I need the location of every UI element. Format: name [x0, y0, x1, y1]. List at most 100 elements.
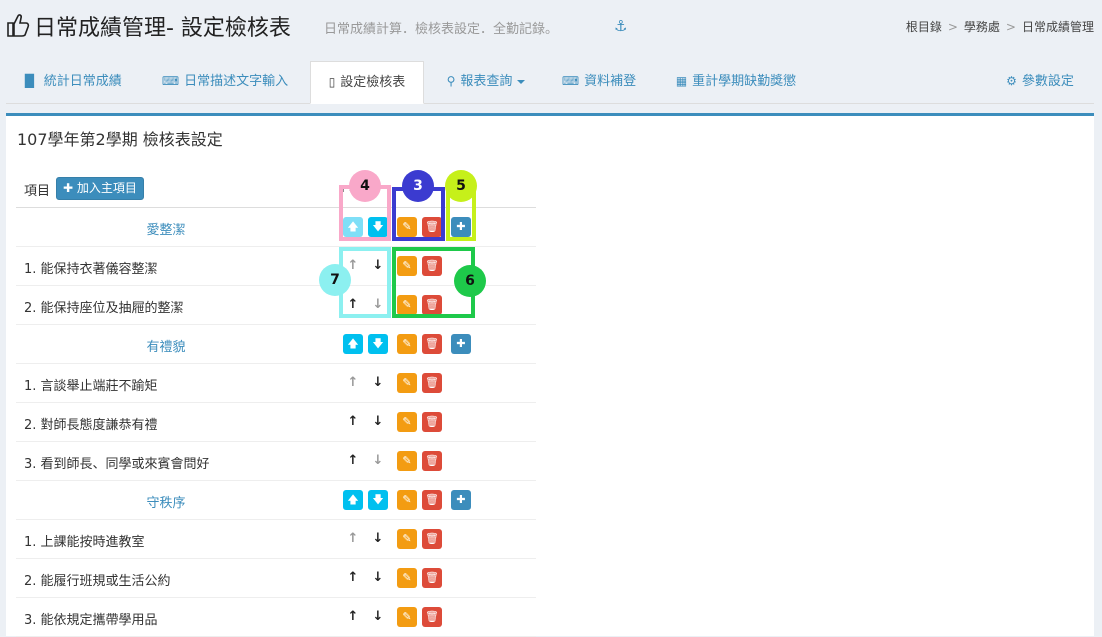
tab-label: 報表查詢: [460, 74, 513, 89]
checklist-table: 項目 ✚ 加入主項目 T 項 愛整潔 🡅 🡇 ✎ 🗑 ✚ 1. 能保持衣著儀容整…: [16, 174, 536, 637]
edit-button[interactable]: ✎: [397, 490, 417, 510]
breadcrumb-separator: >: [1005, 20, 1016, 34]
delete-button[interactable]: 🗑: [422, 334, 442, 354]
tab-label: 重計學期缺勤獎懲: [692, 74, 797, 89]
table-row-sub: 1. 上課能按時進教室 ↑ ↓ ✎ 🗑: [16, 520, 536, 559]
tab-label: 統計日常成績: [43, 74, 122, 89]
table-row-main: 愛整潔 🡅 🡇 ✎ 🗑 ✚: [16, 208, 536, 247]
move-up-icon[interactable]: ↑: [343, 451, 363, 471]
move-down-icon[interactable]: ↓: [368, 256, 388, 276]
move-down-icon[interactable]: ↓: [368, 568, 388, 588]
anchor-icon[interactable]: ⚓: [614, 17, 627, 35]
edit-button[interactable]: ✎: [397, 412, 417, 432]
move-up-button[interactable]: 🡅: [343, 217, 363, 237]
move-down-icon[interactable]: ↓: [368, 607, 388, 627]
breadcrumb-item[interactable]: 日常成績管理: [1022, 20, 1094, 34]
breadcrumb-separator: >: [947, 20, 958, 34]
edit-button[interactable]: ✎: [397, 334, 417, 354]
edit-button[interactable]: ✎: [397, 451, 417, 471]
tab-recalculate-attendance[interactable]: ▦ 重計學期缺勤獎懲: [662, 61, 810, 101]
move-up-button[interactable]: 🡅: [343, 490, 363, 510]
breadcrumb: 根目錄 > 學務處 > 日常成績管理: [906, 18, 1094, 35]
table-row-main: 守秩序 🡅 🡇 ✎ 🗑 ✚: [16, 481, 536, 520]
move-up-icon[interactable]: ↑: [343, 412, 363, 432]
gear-icon: ⚙: [1006, 74, 1017, 88]
move-up-icon[interactable]: ↑: [343, 607, 363, 627]
page-title: 日常成績管理- 設定檢核表: [34, 16, 291, 41]
move-down-icon[interactable]: ↓: [368, 529, 388, 549]
breadcrumb-item[interactable]: 學務處: [964, 20, 1000, 34]
move-up-icon[interactable]: ↑: [343, 529, 363, 549]
tab-label: 資料補登: [584, 74, 637, 89]
breadcrumb-item[interactable]: 根目錄: [906, 20, 942, 34]
chevron-down-icon: [517, 79, 526, 84]
sub-item-label: 2. 能履行班規或生活公約: [24, 574, 171, 589]
add-sub-item-button[interactable]: ✚: [451, 490, 471, 510]
page-subtitle: 日常成績計算．檢核表設定．全勤記錄。: [324, 22, 559, 37]
sub-item-label: 1. 言談舉止端莊不踰矩: [24, 379, 158, 394]
table-row-sub: 1. 言談舉止端莊不踰矩 ↑ ↓ ✎ 🗑: [16, 364, 536, 403]
main-item-label: 愛整潔: [146, 223, 186, 238]
delete-button[interactable]: 🗑: [422, 607, 442, 627]
sub-item-label: 1. 上課能按時進教室: [24, 535, 145, 550]
plus-icon: ✚: [63, 181, 77, 195]
annotation-badge-5: 5: [445, 170, 477, 202]
delete-button[interactable]: 🗑: [422, 412, 442, 432]
keyboard-icon: ⌨: [561, 74, 580, 88]
column-header-item: 項目: [24, 184, 51, 199]
table-row-sub: 2. 能履行班規或生活公約 ↑ ↓ ✎ 🗑: [16, 559, 536, 598]
delete-button[interactable]: 🗑: [422, 217, 442, 237]
move-down-icon[interactable]: ↓: [368, 373, 388, 393]
table-row-main: 有禮貌 🡅 🡇 ✎ 🗑 ✚: [16, 325, 536, 364]
delete-button[interactable]: 🗑: [422, 529, 442, 549]
edit-button[interactable]: ✎: [397, 373, 417, 393]
edit-button[interactable]: ✎: [397, 256, 417, 276]
table-row-sub: 3. 能依規定攜帶學用品 ↑ ↓ ✎ 🗑: [16, 598, 536, 637]
move-up-icon[interactable]: ↑: [343, 568, 363, 588]
move-up-icon[interactable]: ↑: [343, 295, 363, 315]
move-down-icon[interactable]: ↓: [368, 451, 388, 471]
page-header: 日常成績管理- 設定檢核表 日常成績計算．檢核表設定．全勤記錄。 ⚓ 根目錄 > 學…: [0, 0, 1102, 52]
calculator-icon: ▦: [675, 74, 688, 88]
nav-tabs: ▐▌ 統計日常成績 ⌨ 日常描述文字輸入 ▯ 設定檢核表 ⚲ 報表查詢 ⌨ 資料補登 ▦ 重…: [6, 61, 1094, 104]
tab-data-supplement[interactable]: ⌨ 資料補登: [552, 61, 646, 101]
main-item-label: 守秩序: [146, 496, 186, 511]
move-down-icon[interactable]: ↓: [368, 412, 388, 432]
tab-description-input[interactable]: ⌨ 日常描述文字輸入: [152, 61, 298, 101]
edit-button[interactable]: ✎: [397, 295, 417, 315]
move-up-button[interactable]: 🡅: [343, 334, 363, 354]
delete-button[interactable]: 🗑: [422, 568, 442, 588]
move-down-button[interactable]: 🡇: [368, 217, 388, 237]
sub-item-label: 2. 能保持座位及抽屜的整潔: [24, 301, 184, 316]
delete-button[interactable]: 🗑: [422, 490, 442, 510]
tab-label: 日常描述文字輸入: [184, 74, 289, 89]
edit-button[interactable]: ✎: [397, 607, 417, 627]
delete-button[interactable]: 🗑: [422, 295, 442, 315]
edit-button[interactable]: ✎: [397, 529, 417, 549]
tab-statistics[interactable]: ▐▌ 統計日常成績: [12, 61, 130, 101]
main-item-label: 有禮貌: [146, 340, 186, 355]
move-down-button[interactable]: 🡇: [368, 334, 388, 354]
annotation-badge-3: 3: [402, 170, 434, 202]
search-icon: ⚲: [446, 74, 456, 88]
edit-button[interactable]: ✎: [397, 217, 417, 237]
tab-checklist-settings[interactable]: ▯ 設定檢核表: [310, 61, 424, 104]
sub-item-label: 3. 看到師長、同學或來賓會問好: [24, 457, 210, 472]
tab-report-query[interactable]: ⚲ 報表查詢: [434, 61, 538, 101]
table-row-sub: 2. 對師長態度謙恭有禮 ↑ ↓ ✎ 🗑: [16, 403, 536, 442]
tablet-icon: ▯: [328, 75, 336, 89]
thumbs-up-icon: [7, 14, 30, 37]
move-down-icon[interactable]: ↓: [368, 295, 388, 315]
delete-button[interactable]: 🗑: [422, 451, 442, 471]
add-sub-item-button[interactable]: ✚: [451, 334, 471, 354]
delete-button[interactable]: 🗑: [422, 373, 442, 393]
add-main-item-button[interactable]: ✚ 加入主項目: [56, 177, 144, 200]
move-up-icon[interactable]: ↑: [343, 373, 363, 393]
delete-button[interactable]: 🗑: [422, 256, 442, 276]
tab-parameter-settings[interactable]: ⚙ 參數設定: [996, 61, 1084, 101]
move-down-button[interactable]: 🡇: [368, 490, 388, 510]
add-sub-item-button[interactable]: ✚: [451, 217, 471, 237]
tab-label: 設定檢核表: [340, 75, 406, 90]
edit-button[interactable]: ✎: [397, 568, 417, 588]
add-main-item-label: 加入主項目: [76, 181, 137, 195]
